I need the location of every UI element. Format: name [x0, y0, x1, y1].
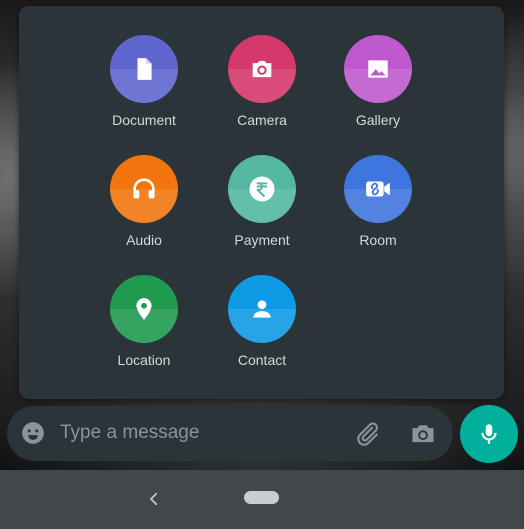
- attach-item-label: Room: [359, 232, 397, 248]
- rupee-icon-circle: [228, 155, 296, 223]
- rupee-icon: [249, 176, 275, 202]
- location-pin-icon: [136, 298, 152, 320]
- back-chevron-icon[interactable]: [145, 490, 163, 508]
- attach-item-camera[interactable]: Camera: [202, 35, 322, 129]
- message-input[interactable]: Type a message: [60, 422, 199, 444]
- attach-item-label: Camera: [237, 112, 287, 128]
- system-navigation-bar: [0, 470, 524, 529]
- attach-item-payment[interactable]: Payment: [202, 155, 322, 249]
- camera-icon: [252, 60, 272, 78]
- attachment-menu: Document Camera Gallery Audio Payment Ro…: [19, 6, 504, 399]
- microphone-icon: [481, 424, 497, 444]
- camera-icon[interactable]: [409, 420, 437, 448]
- attach-item-label: Gallery: [355, 112, 401, 128]
- attach-item-gallery[interactable]: Gallery: [318, 35, 438, 129]
- attach-item-location[interactable]: Location: [84, 275, 204, 369]
- attach-item-label: Audio: [126, 232, 162, 248]
- emoji-icon[interactable]: [20, 420, 46, 446]
- attach-item-label: Payment: [234, 232, 290, 248]
- gallery-icon: [368, 60, 388, 78]
- gallery-icon-circle: [344, 35, 412, 103]
- attach-item-contact[interactable]: Contact: [202, 275, 322, 369]
- paperclip-icon[interactable]: [353, 420, 381, 448]
- attach-item-document[interactable]: Document: [84, 35, 204, 129]
- headphones-icon-circle: [110, 155, 178, 223]
- document-icon-circle: [110, 35, 178, 103]
- attach-item-audio[interactable]: Audio: [84, 155, 204, 249]
- camera-icon-circle: [228, 35, 296, 103]
- attach-item-room[interactable]: Room: [318, 155, 438, 249]
- room-video-icon-circle: [344, 155, 412, 223]
- headphones-icon: [133, 178, 155, 199]
- message-composer: Type a message: [7, 406, 453, 461]
- location-pin-icon-circle: [110, 275, 178, 343]
- home-pill-icon[interactable]: [244, 491, 279, 504]
- attach-item-label: Contact: [237, 352, 287, 368]
- room-video-icon: [366, 181, 390, 197]
- voice-message-button[interactable]: [460, 405, 518, 463]
- contact-icon: [253, 300, 271, 318]
- document-icon: [137, 58, 152, 80]
- contact-icon-circle: [228, 275, 296, 343]
- attach-item-label: Location: [117, 352, 171, 368]
- attach-item-label: Document: [112, 112, 176, 128]
